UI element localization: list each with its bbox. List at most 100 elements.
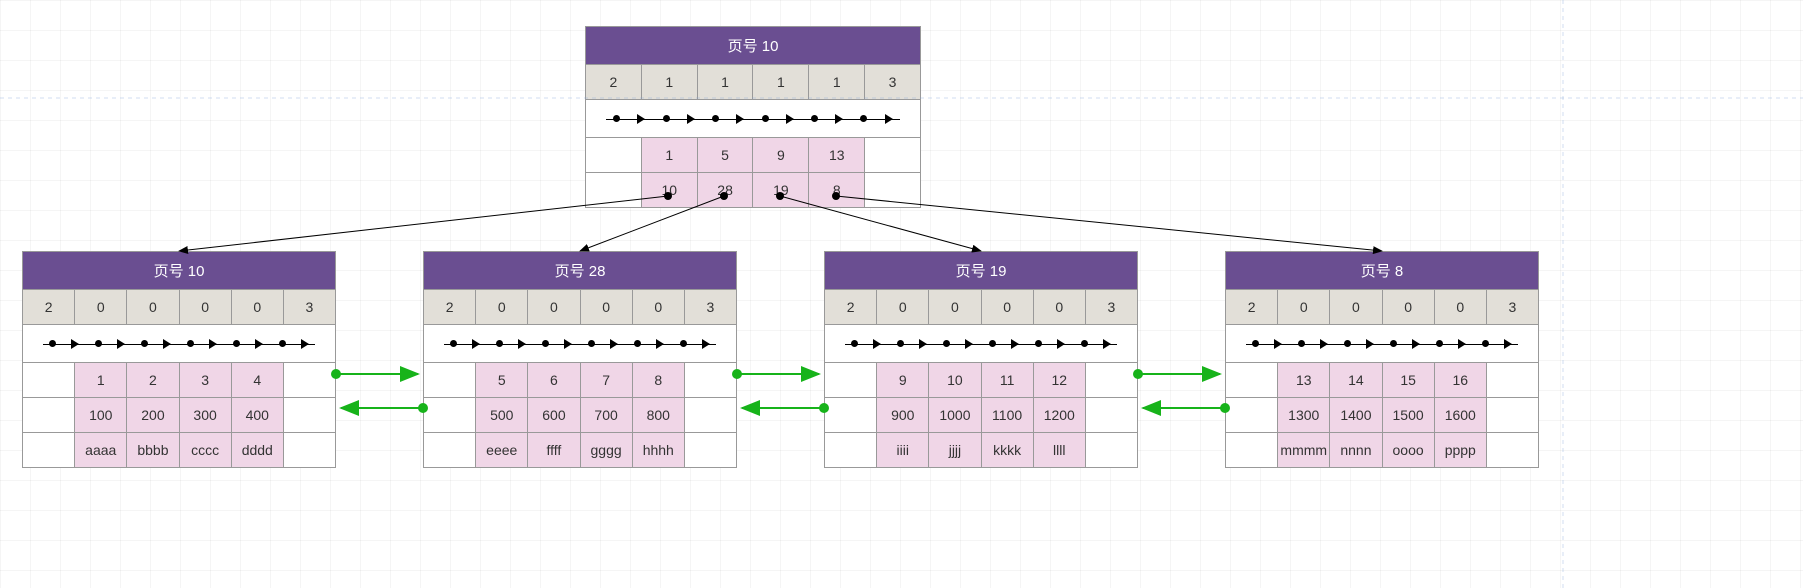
hdr-cell: 0 [928,290,980,324]
data-cell [1085,363,1137,397]
data-cell: 1600 [1434,398,1486,432]
data-cell: ffff [527,433,579,467]
data-cell: 13 [1277,363,1329,397]
data-cell [825,398,876,432]
data-cell: 4 [231,363,283,397]
hdr-cell: 3 [1085,290,1137,324]
leaf-title: 页号 8 [1226,252,1538,289]
hdr-cell: 0 [981,290,1033,324]
data-cell [1226,433,1277,467]
data-cell: pppp [1434,433,1486,467]
data-cell: 8 [632,363,684,397]
data-cell [1085,433,1137,467]
root-data-row: 10 28 19 8 [586,172,920,207]
hdr-cell: 0 [179,290,231,324]
pointer-arrow-icon [637,114,645,124]
hdr-cell: 1 [808,65,864,99]
root-title: 页号 10 [586,27,920,64]
leaf-pointer-row [825,324,1137,362]
data-cell: dddd [231,433,283,467]
data-cell [23,398,74,432]
leaf-title: 页号 10 [23,252,335,289]
data-cell [23,363,74,397]
data-cell: 14 [1329,363,1381,397]
data-cell: 1500 [1382,398,1434,432]
hdr-cell: 2 [586,65,641,99]
data-cell [586,173,641,207]
data-cell: 12 [1033,363,1085,397]
data-cell [1486,363,1538,397]
data-cell: 13 [808,138,864,172]
data-cell: 1400 [1329,398,1381,432]
leaf-data-row: 500 600 700 800 [424,397,736,432]
hdr-cell: 2 [825,290,876,324]
hdr-cell: 0 [1033,290,1085,324]
data-cell [283,363,335,397]
root-header-row: 2 1 1 1 1 3 [586,64,920,99]
hdr-cell: 0 [1329,290,1381,324]
data-cell: 28 [697,173,753,207]
leaf-data-row: iiii jjjj kkkk llll [825,432,1137,467]
leaf-data-row: 1300 1400 1500 1600 [1226,397,1538,432]
leaf-node-1: 页号 28 2 0 0 0 0 3 5 6 7 8 500 600 700 80… [423,251,737,468]
leaf-data-row: 9 10 11 12 [825,362,1137,397]
data-cell [586,138,641,172]
leaf-data-row: 13 14 15 16 [1226,362,1538,397]
hdr-cell: 0 [580,290,632,324]
hdr-cell: 0 [231,290,283,324]
data-cell: 1 [641,138,697,172]
leaf-pointer-row [424,324,736,362]
leaf-data-row: 900 1000 1100 1200 [825,397,1137,432]
data-cell: bbbb [126,433,178,467]
data-cell: 15 [1382,363,1434,397]
data-cell: 500 [475,398,527,432]
leaf-data-row: 100 200 300 400 [23,397,335,432]
leaf-pointer-row [23,324,335,362]
data-cell: 700 [580,398,632,432]
data-cell: 1 [74,363,126,397]
hdr-cell: 0 [126,290,178,324]
root-pointer-row [586,99,920,137]
hdr-cell: 3 [684,290,736,324]
data-cell: llll [1033,433,1085,467]
leaf-pointer-row [1226,324,1538,362]
leaf-header-row: 2 0 0 0 0 3 [23,289,335,324]
data-cell [825,433,876,467]
hdr-cell: 3 [1486,290,1538,324]
data-cell: 5 [475,363,527,397]
hdr-cell: 0 [1434,290,1486,324]
hdr-cell: 0 [1382,290,1434,324]
leaf-title: 页号 19 [825,252,1137,289]
data-cell: 2 [126,363,178,397]
pointer-dot-icon [613,115,620,122]
data-cell [864,138,920,172]
data-cell: 1300 [1277,398,1329,432]
data-cell: 400 [231,398,283,432]
data-cell [864,173,920,207]
data-cell [283,433,335,467]
data-cell: 1200 [1033,398,1085,432]
data-cell [1085,398,1137,432]
leaf-node-2: 页号 19 2 0 0 0 0 3 9 10 11 12 900 1000 11… [824,251,1138,468]
data-cell: jjjj [928,433,980,467]
pointer-arrow-icon [786,114,794,124]
hdr-cell: 0 [1277,290,1329,324]
leaf-header-row: 2 0 0 0 0 3 [825,289,1137,324]
leaf-header-row: 2 0 0 0 0 3 [1226,289,1538,324]
data-cell [424,433,475,467]
data-cell: cccc [179,433,231,467]
leaf-data-row: aaaa bbbb cccc dddd [23,432,335,467]
data-cell: 100 [74,398,126,432]
data-cell [825,363,876,397]
data-cell: iiii [876,433,928,467]
data-cell: kkkk [981,433,1033,467]
data-cell [424,398,475,432]
data-cell [283,398,335,432]
data-cell: 19 [752,173,808,207]
hdr-cell: 2 [424,290,475,324]
pointer-arrow-icon [835,114,843,124]
pointer-arrow-icon [687,114,695,124]
data-cell: 9 [876,363,928,397]
data-cell [684,363,736,397]
data-cell: 1000 [928,398,980,432]
